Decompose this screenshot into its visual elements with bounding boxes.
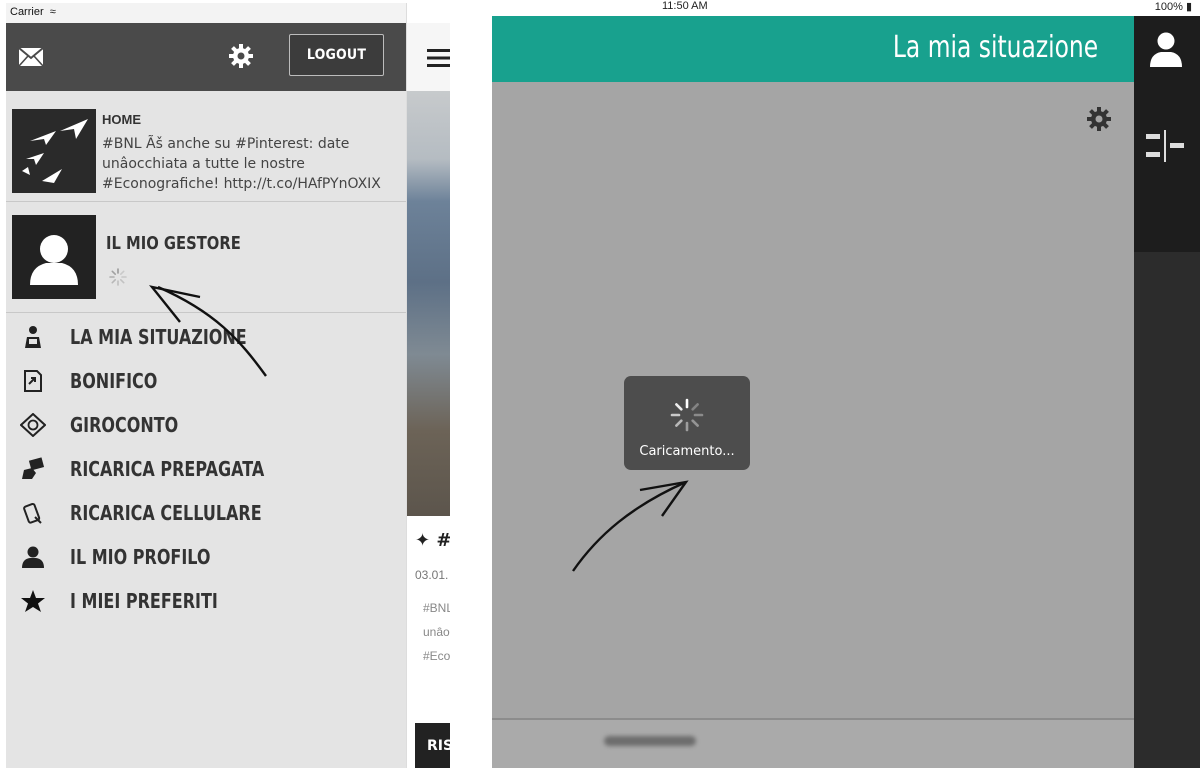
bnl-logo — [12, 109, 96, 193]
menu-label: I MIEI PREFERITI — [70, 589, 218, 613]
comparison-canvas: Carrier ≈ LOGOUT HOME #BNL Ãš anche su #… — [0, 0, 1200, 768]
user-icon — [1150, 32, 1182, 67]
blurred-content — [604, 736, 696, 746]
manager-avatar — [12, 215, 96, 299]
il-mio-gestore-item[interactable]: IL MIO GESTORE — [6, 203, 406, 313]
card-hand-icon — [22, 457, 45, 479]
loading-spinner-icon — [109, 268, 127, 286]
loading-text: Caricamento... — [639, 444, 735, 459]
page-title: La mia situazione — [892, 30, 1098, 65]
feed-topbar — [407, 23, 450, 91]
drawer-header: LOGOUT — [6, 23, 406, 91]
tweet-snippet-line: unâo — [423, 625, 450, 639]
bnl-stars-icon — [22, 119, 88, 183]
panel-toggle-icon[interactable] — [1146, 128, 1184, 164]
menu-label: RICARICA CELLULARE — [70, 501, 262, 525]
main-content: Caricamento... — [492, 82, 1134, 718]
bottom-bar — [492, 718, 1134, 768]
home-title: HOME — [102, 112, 141, 127]
side-drawer: Carrier ≈ LOGOUT HOME #BNL Ãš anche su #… — [6, 3, 406, 768]
phone-refresh-icon — [23, 502, 42, 524]
hamburger-menu-icon[interactable] — [427, 49, 450, 67]
menu-label: RICARICA PREPAGATA — [70, 457, 265, 481]
battery-icon: ▮ — [1185, 1, 1192, 13]
mail-icon[interactable] — [18, 47, 44, 67]
battery-indicator: 100% ▮ — [1155, 0, 1192, 13]
status-bar: 11:50 AM 100% ▮ — [492, 0, 1200, 16]
settings-gear-icon[interactable] — [1086, 106, 1112, 132]
loading-overlay: Caricamento... — [624, 376, 750, 470]
menu-item-la-mia-situazione[interactable]: LA MIA SITUAZIONE — [6, 315, 406, 359]
rail-panel — [1134, 82, 1200, 252]
menu-item-bonifico[interactable]: BONIFICO — [6, 359, 406, 403]
home-news-item[interactable]: HOME #BNL Ãš anche su #Pinterest: date u… — [6, 92, 406, 202]
menu-label: BONIFICO — [70, 369, 158, 393]
right-side-rail — [1134, 16, 1200, 768]
sea-photo — [407, 91, 450, 516]
menu-label: GIROCONTO — [70, 413, 179, 437]
document-transfer-icon — [24, 370, 42, 392]
tweet-hashtag: # — [436, 530, 450, 551]
wifi-icon: ≈ — [46, 6, 56, 18]
person-reading-icon — [25, 326, 41, 348]
left-screenshot: Carrier ≈ LOGOUT HOME #BNL Ãš anche su #… — [6, 3, 450, 768]
star-icon — [21, 590, 45, 612]
carrier-label: Carrier — [10, 6, 44, 18]
news-feed-partial: ✦ # 03.01. #BNL unâo #Econ RIS — [406, 3, 450, 768]
tweet-header: ✦ # — [415, 530, 450, 551]
feed-action-button[interactable]: RIS — [415, 723, 450, 768]
gear-icon[interactable] — [228, 43, 254, 69]
menu-item-il-mio-profilo[interactable]: IL MIO PROFILO — [6, 535, 406, 579]
tweet-snippet-line: #BNL — [423, 601, 450, 615]
logout-button[interactable]: LOGOUT — [289, 34, 384, 76]
twitter-icon: ✦ — [415, 530, 431, 551]
menu-label: LA MIA SITUAZIONE — [70, 325, 247, 349]
gestore-title: IL MIO GESTORE — [106, 233, 241, 254]
right-screenshot: 11:50 AM 100% ▮ La mia situazione Carica… — [492, 0, 1200, 768]
home-tweet-text: #BNL Ãš anche su #Pinterest: date unâocc… — [102, 136, 381, 192]
menu-item-ricarica-prepagata[interactable]: RICARICA PREPAGATA — [6, 447, 406, 491]
menu-item-giroconto[interactable]: GIROCONTO — [6, 403, 406, 447]
status-time: 11:50 AM — [662, 0, 708, 12]
menu-item-i-miei-preferiti[interactable]: I MIEI PREFERITI — [6, 579, 406, 623]
status-bar: Carrier ≈ — [6, 3, 406, 23]
battery-percent: 100% — [1154, 1, 1183, 13]
tweet-date: 03.01. — [415, 568, 449, 582]
user-silhouette-icon — [30, 235, 78, 285]
menu-label: IL MIO PROFILO — [70, 545, 211, 569]
menu-item-ricarica-cellulare[interactable]: RICARICA CELLULARE — [6, 491, 406, 535]
tweet-snippet-line: #Econ — [423, 649, 450, 663]
page-header: La mia situazione — [492, 16, 1134, 82]
profile-button[interactable] — [1134, 16, 1200, 82]
loading-spinner-icon — [670, 398, 704, 432]
user-icon — [22, 546, 44, 568]
diamond-rotate-icon — [20, 413, 46, 437]
